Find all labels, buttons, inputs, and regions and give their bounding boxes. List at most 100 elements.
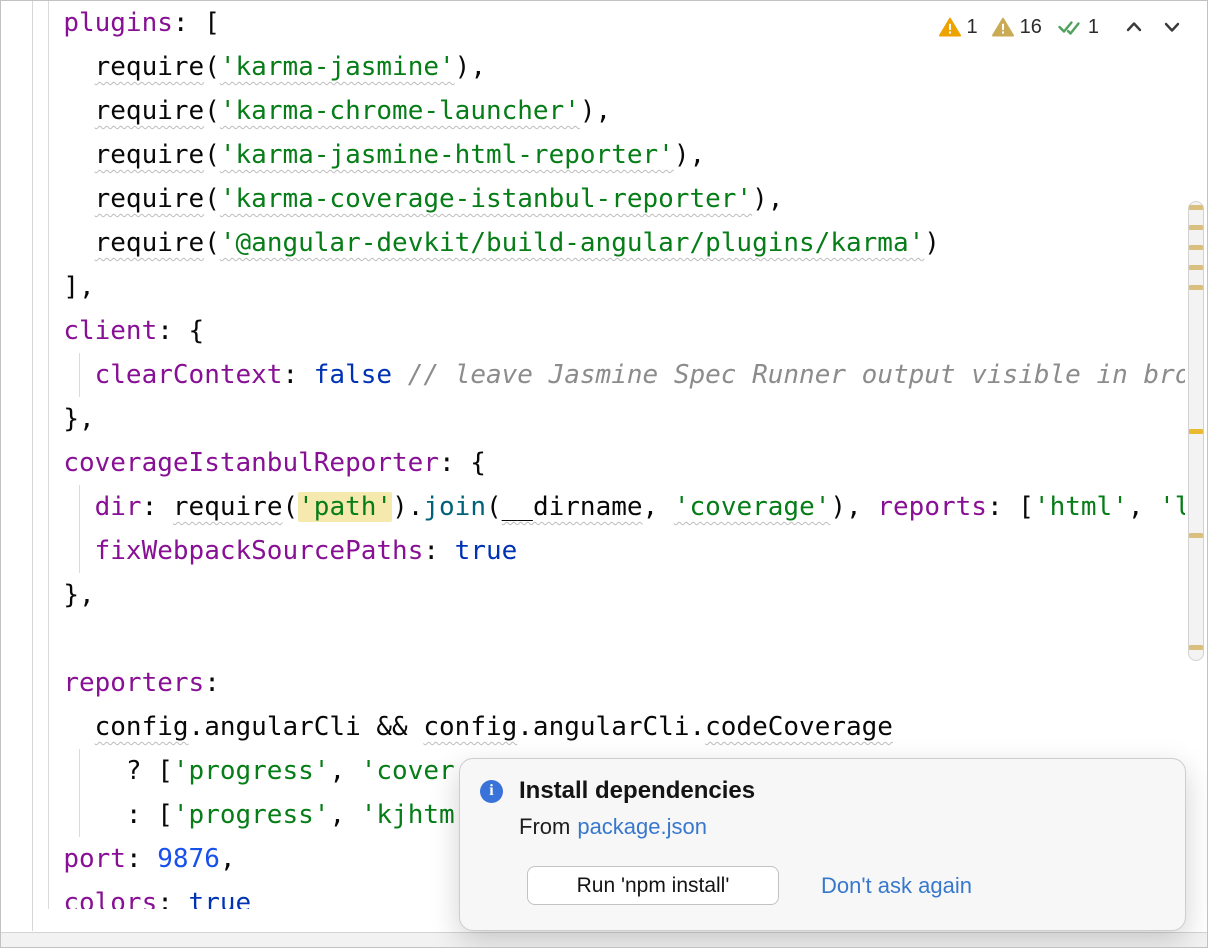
code-token: colors [63,888,157,909]
code-token: '@angular-devkit/build-angular/plugins/k… [220,228,924,258]
warning-indicator[interactable]: 1 [939,16,978,39]
code-token: , [220,844,236,874]
code-token: : [ [126,800,173,830]
code-token: , [1128,492,1159,522]
code-line: dir: require('path').join(__dirname, 'co… [32,485,1208,529]
code-token: ), [674,140,705,170]
double-check-icon [1056,17,1082,37]
run-npm-install-button[interactable]: Run 'npm install' [527,866,779,905]
stripe-mark[interactable] [1189,285,1203,290]
chevron-down-icon[interactable] [1161,16,1183,38]
code-token: plugins [63,8,173,38]
code-token: , [329,756,360,786]
code-line: clearContext: false // leave Jasmine Spe… [32,353,1208,397]
warning-icon [939,17,961,37]
code-token: : [ [173,8,220,38]
stripe-mark[interactable] [1189,533,1203,538]
code-token: coverageIstanbulReporter [63,448,439,478]
code-token: ), [752,184,783,214]
code-token [392,360,408,390]
stripe-mark[interactable] [1189,645,1203,650]
code-token: : [142,492,173,522]
ide-editor-window: plugins: [ require('karma-jasmine'), req… [0,0,1208,948]
code-line: require('karma-chrome-launcher'), [32,89,1208,133]
code-token: ) [924,228,940,258]
code-line [32,617,1208,661]
code-token: ( [204,52,220,82]
stripe-mark[interactable] [1189,225,1203,230]
code-token: 'karma-coverage-istanbul-reporter' [220,184,752,214]
code-token: 'coverage' [674,492,831,522]
problem-navigation [1123,16,1183,38]
code-token: : [126,844,157,874]
code-token: : { [439,448,486,478]
code-token: ( [204,184,220,214]
code-token: 'cover [361,756,455,786]
code-token: : [282,360,313,390]
popup-title: Install dependencies [519,777,755,805]
stripe-mark[interactable] [1189,265,1203,270]
code-token: config [423,712,517,742]
code-token: fixWebpackSourcePaths [95,536,424,566]
code-line: }, [32,573,1208,617]
code-token: 'karma-jasmine-html-reporter' [220,140,674,170]
weak-warning-count: 16 [1020,16,1042,39]
code-token: : [ [987,492,1034,522]
code-token: 'karma-chrome-launcher' [220,96,580,126]
code-token: , [329,800,360,830]
ok-count: 1 [1088,16,1099,39]
code-token: .angularCli. [517,712,705,742]
code-token: // leave Jasmine Spec Runner output visi… [408,360,1191,390]
stripe-mark[interactable] [1189,205,1203,210]
code-token: require [95,140,205,170]
weak-warning-indicator[interactable]: 16 [992,16,1042,39]
install-dependencies-popup: i Install dependencies From package.json… [459,758,1186,931]
code-line: client: { [32,309,1208,353]
code-token: join [423,492,486,522]
chevron-up-icon[interactable] [1123,16,1145,38]
code-token: }, [63,404,94,434]
code-line: reporters: [32,661,1208,705]
stripe-mark[interactable] [1189,245,1203,250]
code-line: require('karma-coverage-istanbul-reporte… [32,177,1208,221]
code-line: require('karma-jasmine-html-reporter'), [32,133,1208,177]
dont-ask-again-link[interactable]: Don't ask again [821,873,972,899]
code-token: 9876 [157,844,220,874]
popup-header: i Install dependencies [480,777,1165,805]
stripe-mark[interactable] [1189,429,1203,434]
code-line: }, [32,397,1208,441]
code-line: coverageIstanbulReporter: { [32,441,1208,485]
code-token: ), [580,96,611,126]
from-label: From [519,814,570,840]
code-token: : [423,536,454,566]
code-token: : { [157,316,204,346]
code-line: require('karma-jasmine'), [32,45,1208,89]
code-token: port [63,844,126,874]
code-token: 'html' [1034,492,1128,522]
code-token: require [173,492,283,522]
code-token: require [95,228,205,258]
code-token: ], [63,272,94,302]
code-token: : [204,668,220,698]
code-token: config [95,712,189,742]
package-json-link[interactable]: package.json [577,814,707,840]
code-token: codeCoverage [705,712,893,742]
code-token: 'progress' [173,756,330,786]
warning-count: 1 [967,16,978,39]
ok-indicator[interactable]: 1 [1056,16,1099,39]
popup-actions: Run 'npm install' Don't ask again [527,866,1165,905]
inspections-widget[interactable]: 1 16 1 [935,13,1188,41]
code-token: true [189,888,252,909]
code-token: ( [486,492,502,522]
code-token: true [455,536,518,566]
code-line: config.angularCli && config.angularCli.c… [32,705,1208,749]
code-token: }, [63,580,94,610]
code-token: clearContext [95,360,283,390]
code-token: dir [95,492,142,522]
code-line: fixWebpackSourcePaths: true [32,529,1208,573]
code-token: reports [877,492,987,522]
code-token: client [63,316,157,346]
code-token: ). [392,492,423,522]
code-token: ), [830,492,877,522]
code-token: 'kjhtm [361,800,455,830]
